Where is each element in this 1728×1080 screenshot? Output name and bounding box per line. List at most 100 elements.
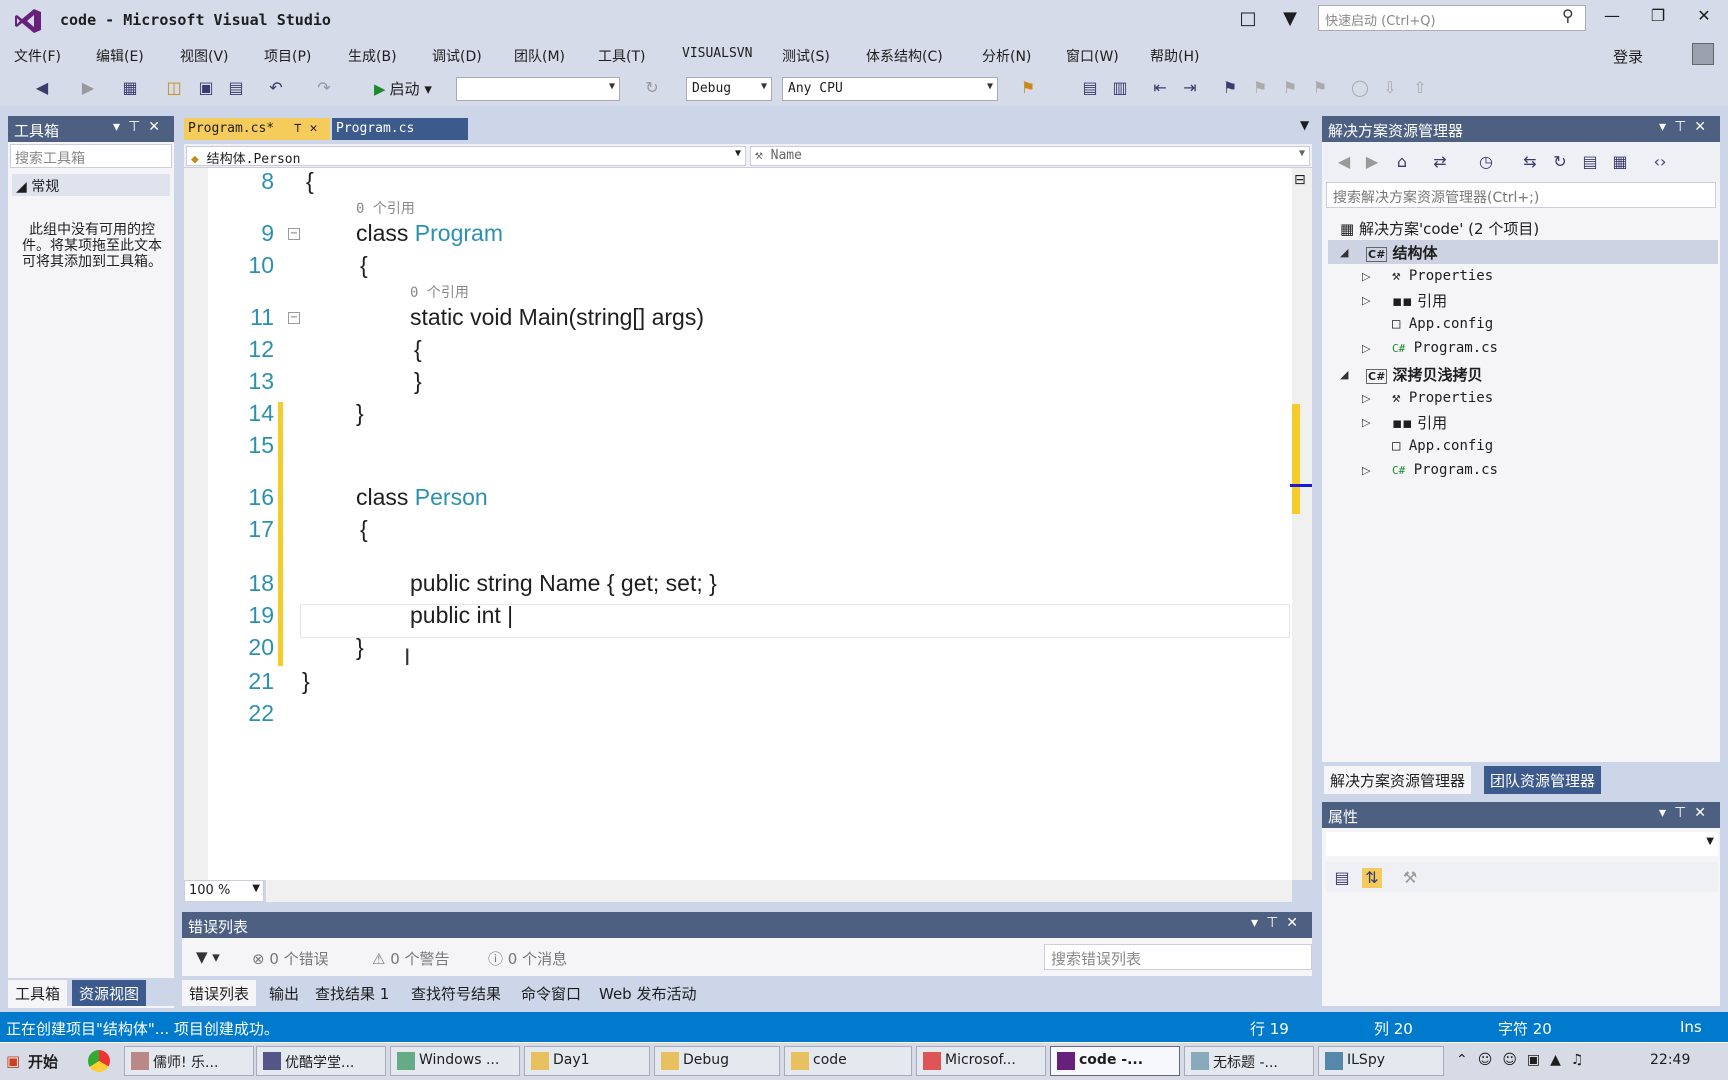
tab-solution-explorer[interactable]: 解决方案资源管理器 xyxy=(1324,766,1472,794)
tab-toolbox[interactable]: 工具箱 xyxy=(8,980,68,1006)
menu-test[interactable]: 测试(S) xyxy=(782,46,830,66)
taskbar-item[interactable]: Day1 xyxy=(524,1046,650,1076)
taskbar-item[interactable]: 优酷学堂... xyxy=(256,1046,386,1076)
tab-overflow-icon[interactable]: ▼ xyxy=(1300,118,1309,132)
filter-icon[interactable]: ▼ ▾ xyxy=(196,948,220,966)
tab-team-explorer[interactable]: 团队资源管理器 xyxy=(1484,766,1602,794)
app-config-node[interactable]: □ App.config xyxy=(1392,438,1493,454)
vertical-scrollbar[interactable] xyxy=(1292,168,1312,880)
bookmark-icon[interactable]: ⚑ xyxy=(1220,78,1240,98)
menu-help[interactable]: 帮助(H) xyxy=(1150,46,1199,66)
alphabetical-icon[interactable]: ⇅ xyxy=(1362,868,1382,888)
save-icon[interactable]: ▣ xyxy=(196,78,216,98)
toolbox-group-general[interactable]: ◢ 常规 xyxy=(12,174,170,196)
refresh-icon[interactable]: ↻ xyxy=(1550,152,1570,172)
zoom-combo[interactable]: 100 % ▼ xyxy=(184,880,264,902)
pending-changes-icon[interactable]: ◷ xyxy=(1476,152,1496,172)
find-in-files-icon[interactable]: ⚑ xyxy=(1018,78,1038,98)
comment-icon[interactable]: ▤ xyxy=(1080,78,1100,98)
program-cs-node[interactable]: C# Program.cs xyxy=(1392,340,1498,356)
platform-combo[interactable]: Any CPU ▼ xyxy=(782,77,998,101)
code-editor[interactable] xyxy=(184,168,1312,880)
menu-window[interactable]: 窗口(W) xyxy=(1066,46,1119,66)
taskbar-item-active[interactable]: code -... xyxy=(1050,1046,1180,1076)
undo-icon[interactable]: ↶ xyxy=(266,78,286,98)
start-button[interactable]: ▣ 开始 xyxy=(2,1046,66,1076)
tab-command-window[interactable]: 命令窗口 xyxy=(514,980,588,1006)
properties-node[interactable]: ⚒ Properties xyxy=(1392,390,1493,406)
property-pages-icon[interactable]: ⚒ xyxy=(1400,868,1420,888)
login-link[interactable]: 登录 xyxy=(1613,46,1643,67)
svn-commit-icon[interactable]: ⇧ xyxy=(1410,78,1430,98)
collapsed-icon[interactable]: ▷ xyxy=(1362,416,1370,429)
horizontal-scrollbar[interactable] xyxy=(266,880,1292,902)
project-node[interactable]: C# 结构体 xyxy=(1366,242,1438,263)
menu-analyze[interactable]: 分析(N) xyxy=(982,46,1031,66)
taskbar-item[interactable]: Microsof... xyxy=(916,1046,1046,1076)
back-icon[interactable]: ◀ xyxy=(32,78,52,98)
menu-build[interactable]: 生成(B) xyxy=(348,46,397,66)
toolbox-search-input[interactable]: 搜索工具箱 xyxy=(10,144,172,168)
system-tray-icons[interactable]: ⌃☺☺▣▲♫ xyxy=(1456,1052,1593,1068)
svn-icon[interactable]: ◯ xyxy=(1350,78,1370,98)
home-icon[interactable]: ⌂ xyxy=(1392,152,1412,172)
tab-program-cs-modified[interactable]: Program.cs* ⊤ ✕ xyxy=(184,118,330,140)
quick-launch-input[interactable]: 快速启动 (Ctrl+Q) xyxy=(1318,5,1586,31)
error-list-search-input[interactable]: 搜索错误列表 xyxy=(1044,944,1312,970)
taskbar-item[interactable]: Windows ... xyxy=(390,1046,520,1076)
view-code-icon[interactable]: ‹› xyxy=(1650,152,1670,172)
chrome-icon[interactable] xyxy=(88,1050,110,1072)
clock[interactable]: 22:49 xyxy=(1650,1052,1690,1068)
tab-web-publish[interactable]: Web 发布活动 xyxy=(592,980,703,1006)
collapsed-icon[interactable]: ▷ xyxy=(1362,392,1370,405)
redo-icon[interactable]: ↷ xyxy=(314,78,334,98)
clear-bookmarks-icon[interactable]: ⚑ xyxy=(1310,78,1330,98)
forward-icon[interactable]: ▶ xyxy=(1362,152,1382,172)
minimize-button[interactable]: — xyxy=(1592,6,1632,32)
taskbar-item[interactable]: ILSpy xyxy=(1318,1046,1444,1076)
svn-update-icon[interactable]: ⇩ xyxy=(1380,78,1400,98)
errors-filter-button[interactable]: ⊗ 0 个错误 xyxy=(252,948,329,969)
menu-file[interactable]: 文件(F) xyxy=(14,46,61,66)
back-icon[interactable]: ◀ xyxy=(1334,152,1354,172)
taskbar-item[interactable]: 无标题 -... xyxy=(1184,1046,1314,1076)
account-icon[interactable] xyxy=(1692,43,1714,65)
save-all-icon[interactable]: ▤ xyxy=(226,78,246,98)
collapsed-icon[interactable]: ▷ xyxy=(1362,270,1370,283)
warnings-filter-button[interactable]: ⚠ 0 个警告 xyxy=(372,948,450,969)
menu-tools[interactable]: 工具(T) xyxy=(598,46,645,66)
properties-object-combo[interactable]: ▼ xyxy=(1326,832,1718,856)
next-bookmark-icon[interactable]: ⚑ xyxy=(1280,78,1300,98)
menu-debug[interactable]: 调试(D) xyxy=(432,46,482,66)
tab-output[interactable]: 输出 xyxy=(262,980,306,1006)
pin-icon[interactable]: ⊤ xyxy=(294,121,302,136)
filter-icon[interactable]: ▼ xyxy=(1278,8,1302,32)
close-button[interactable]: ✕ xyxy=(1684,6,1724,32)
menu-architecture[interactable]: 体系结构(C) xyxy=(866,46,943,66)
configuration-combo[interactable]: Debug ▼ xyxy=(686,77,772,101)
expanded-icon[interactable]: ◢ xyxy=(1340,246,1348,259)
properties-node[interactable]: ⚒ Properties xyxy=(1392,268,1493,284)
taskbar-item[interactable]: 儒师! 乐... xyxy=(124,1046,254,1076)
tab-error-list[interactable]: 错误列表 xyxy=(182,980,257,1006)
panel-controls-icon[interactable]: ▾⊤✕ xyxy=(1659,805,1714,821)
start-debugging-button[interactable]: ▶ 启动 ▾ xyxy=(374,78,432,99)
feedback-icon[interactable]: □ xyxy=(1236,8,1260,32)
open-file-icon[interactable]: ◫ xyxy=(164,78,184,98)
panel-controls-icon[interactable]: ▾⊤✕ xyxy=(113,119,168,135)
solution-search-input[interactable]: 搜索解决方案资源管理器(Ctrl+;) xyxy=(1326,182,1716,208)
menu-team[interactable]: 团队(M) xyxy=(514,46,565,66)
program-cs-node[interactable]: C# Program.cs xyxy=(1392,462,1498,478)
app-config-node[interactable]: □ App.config xyxy=(1392,316,1493,332)
panel-controls-icon[interactable]: ▾⊤✕ xyxy=(1659,119,1714,135)
references-node[interactable]: ▪▪ 引用 xyxy=(1392,412,1447,433)
type-navigation-combo[interactable]: ◆ 结构体.Person ▼ xyxy=(186,146,746,167)
search-icon[interactable]: ⚲ xyxy=(1562,6,1574,25)
codelens-references[interactable]: 0 个引用 xyxy=(356,198,415,218)
tab-find-results[interactable]: 查找结果 1 xyxy=(308,980,396,1006)
new-project-icon[interactable]: ▦ xyxy=(120,78,140,98)
codelens-references[interactable]: 0 个引用 xyxy=(410,282,469,302)
messages-filter-button[interactable]: ⓘ 0 个消息 xyxy=(488,948,567,969)
tab-program-cs[interactable]: Program.cs xyxy=(332,118,468,140)
collapsed-icon[interactable]: ▷ xyxy=(1362,464,1370,477)
